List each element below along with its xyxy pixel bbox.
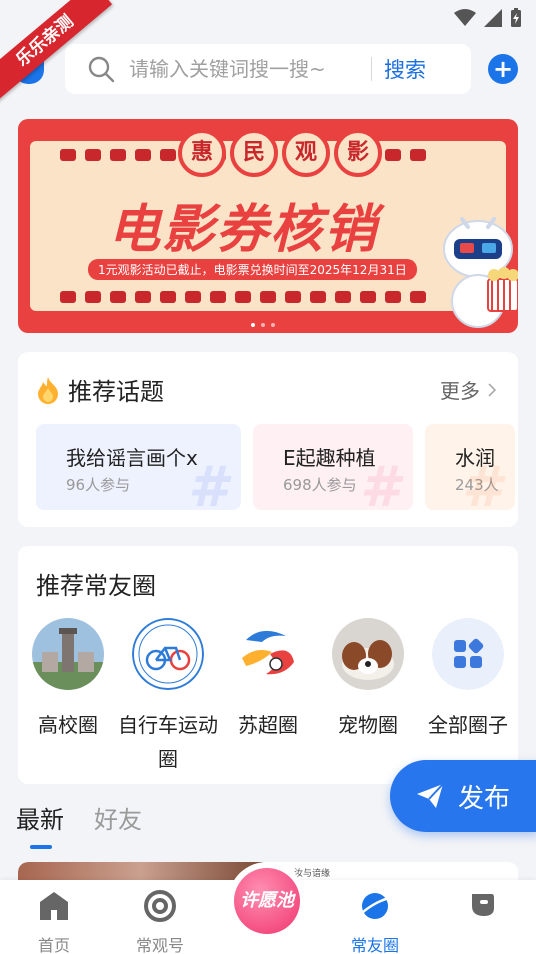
campus-tower-icon xyxy=(32,618,104,690)
circle-label: 全部圈子 xyxy=(428,713,508,737)
hash-icon: # xyxy=(462,455,501,510)
more-label: 更多 xyxy=(440,379,480,403)
topic-count: 698人参与 xyxy=(283,476,357,494)
nav-label: 常友圈 xyxy=(350,936,399,954)
banner-badge: 影 xyxy=(334,129,382,177)
paper-plane-icon xyxy=(417,783,444,808)
nav-home[interactable]: 首页 xyxy=(4,890,104,954)
circle-item-su-league[interactable]: 苏超圈 xyxy=(218,618,318,776)
battery-icon xyxy=(511,8,521,27)
flame-icon xyxy=(38,376,58,404)
grid-icon xyxy=(432,618,504,690)
search-divider xyxy=(371,57,372,81)
pagination-dot[interactable] xyxy=(261,323,265,327)
topic-card[interactable]: E起趣种植 698人参与 # xyxy=(253,424,413,510)
post-author: 汝与谙缘 xyxy=(294,869,331,879)
topics-more-link[interactable]: 更多 xyxy=(440,375,496,404)
banner-badge: 惠 xyxy=(178,129,226,177)
chevron-right-icon xyxy=(488,382,496,397)
recommended-topics-card: 推荐话题 更多 我给谣言画个x 96人参与 # E起趣种植 698人参与 # 水… xyxy=(18,352,518,527)
circle-item-campus[interactable]: 高校圈 xyxy=(18,618,118,776)
bicycle-icon xyxy=(132,618,204,690)
banner-badge: 观 xyxy=(282,129,330,177)
nav-circles[interactable]: 常友圈 xyxy=(325,890,425,954)
banner-pagination xyxy=(251,323,275,327)
tab-latest[interactable]: 最新 xyxy=(16,800,64,849)
puppy-icon xyxy=(332,618,404,690)
banner-title: 电影券核销 xyxy=(108,200,379,260)
wish-pool-badge: 许愿池 xyxy=(234,868,300,934)
circle-label: 高校圈 xyxy=(38,713,98,737)
home-icon xyxy=(40,892,68,920)
banner-subtitle: 1元观影活动已截止，电影票兑换时间至2025年12月31日 xyxy=(88,259,417,280)
circle-label: 苏超圈 xyxy=(238,713,298,737)
topics-list: 我给谣言画个x 96人参与 # E起趣种植 698人参与 # 水润 243人 # xyxy=(36,424,515,510)
recommended-circles-card: 推荐常友圈 高校圈 自行车运动圈 苏超圈 宠物圈 全部圈子 xyxy=(18,546,518,784)
add-button[interactable]: + xyxy=(488,54,518,84)
status-bar xyxy=(454,8,522,28)
wifi-icon xyxy=(454,9,476,26)
topic-card[interactable]: 我给谣言画个x 96人参与 # xyxy=(36,424,241,510)
circle-item-pets[interactable]: 宠物圈 xyxy=(318,618,418,776)
banner-badges: 惠 民 观 影 xyxy=(178,129,382,177)
nav-official[interactable]: 常观号 xyxy=(110,890,210,954)
signal-icon xyxy=(484,9,502,27)
circle-label: 自行车运动圈 xyxy=(118,713,218,771)
tab-friends[interactable]: 好友 xyxy=(94,800,142,835)
circles-header: 推荐常友圈 xyxy=(36,566,156,601)
topic-count: 96人参与 xyxy=(66,476,131,494)
banner-badge: 民 xyxy=(230,129,278,177)
pagination-dot[interactable] xyxy=(271,323,275,327)
lens-icon xyxy=(144,890,176,922)
su-league-logo-icon xyxy=(232,618,304,690)
circles-title: 推荐常友圈 xyxy=(36,572,156,600)
search-icon xyxy=(88,56,115,83)
search-input[interactable] xyxy=(129,57,369,81)
topic-name: 我给谣言画个x xyxy=(66,446,198,470)
hash-icon: # xyxy=(360,455,399,510)
hash-icon: # xyxy=(188,455,227,510)
circle-label: 宠物圈 xyxy=(338,713,398,737)
nav-wish-pool[interactable]: 许愿池 xyxy=(228,862,306,940)
profile-icon xyxy=(472,894,494,916)
film-holes-bottom xyxy=(60,291,426,303)
search-bar[interactable]: 搜索 xyxy=(65,44,471,94)
circle-item-all[interactable]: 全部圈子 xyxy=(418,618,518,776)
circles-list: 高校圈 自行车运动圈 苏超圈 宠物圈 全部圈子 xyxy=(18,618,518,776)
search-button[interactable]: 搜索 xyxy=(384,54,426,84)
circle-item-cycling[interactable]: 自行车运动圈 xyxy=(118,618,218,776)
publish-label: 发布 xyxy=(458,783,511,814)
nav-profile[interactable] xyxy=(432,890,532,932)
publish-button[interactable]: 发布 xyxy=(390,760,536,832)
planet-icon xyxy=(362,893,390,919)
pagination-dot[interactable] xyxy=(251,323,255,327)
feed-tabs: 最新 好友 xyxy=(16,800,142,849)
promo-banner[interactable]: 惠 民 观 影 电影券核销 1元观影活动已截止，电影票兑换时间至2025年12月… xyxy=(18,119,518,333)
topics-title: 推荐话题 xyxy=(68,378,164,406)
nav-label: 常观号 xyxy=(135,936,184,954)
nav-label: 首页 xyxy=(37,936,70,954)
topic-card[interactable]: 水润 243人 # xyxy=(425,424,515,510)
robot-mascot-icon xyxy=(443,217,518,328)
topics-header: 推荐话题 xyxy=(36,372,164,407)
